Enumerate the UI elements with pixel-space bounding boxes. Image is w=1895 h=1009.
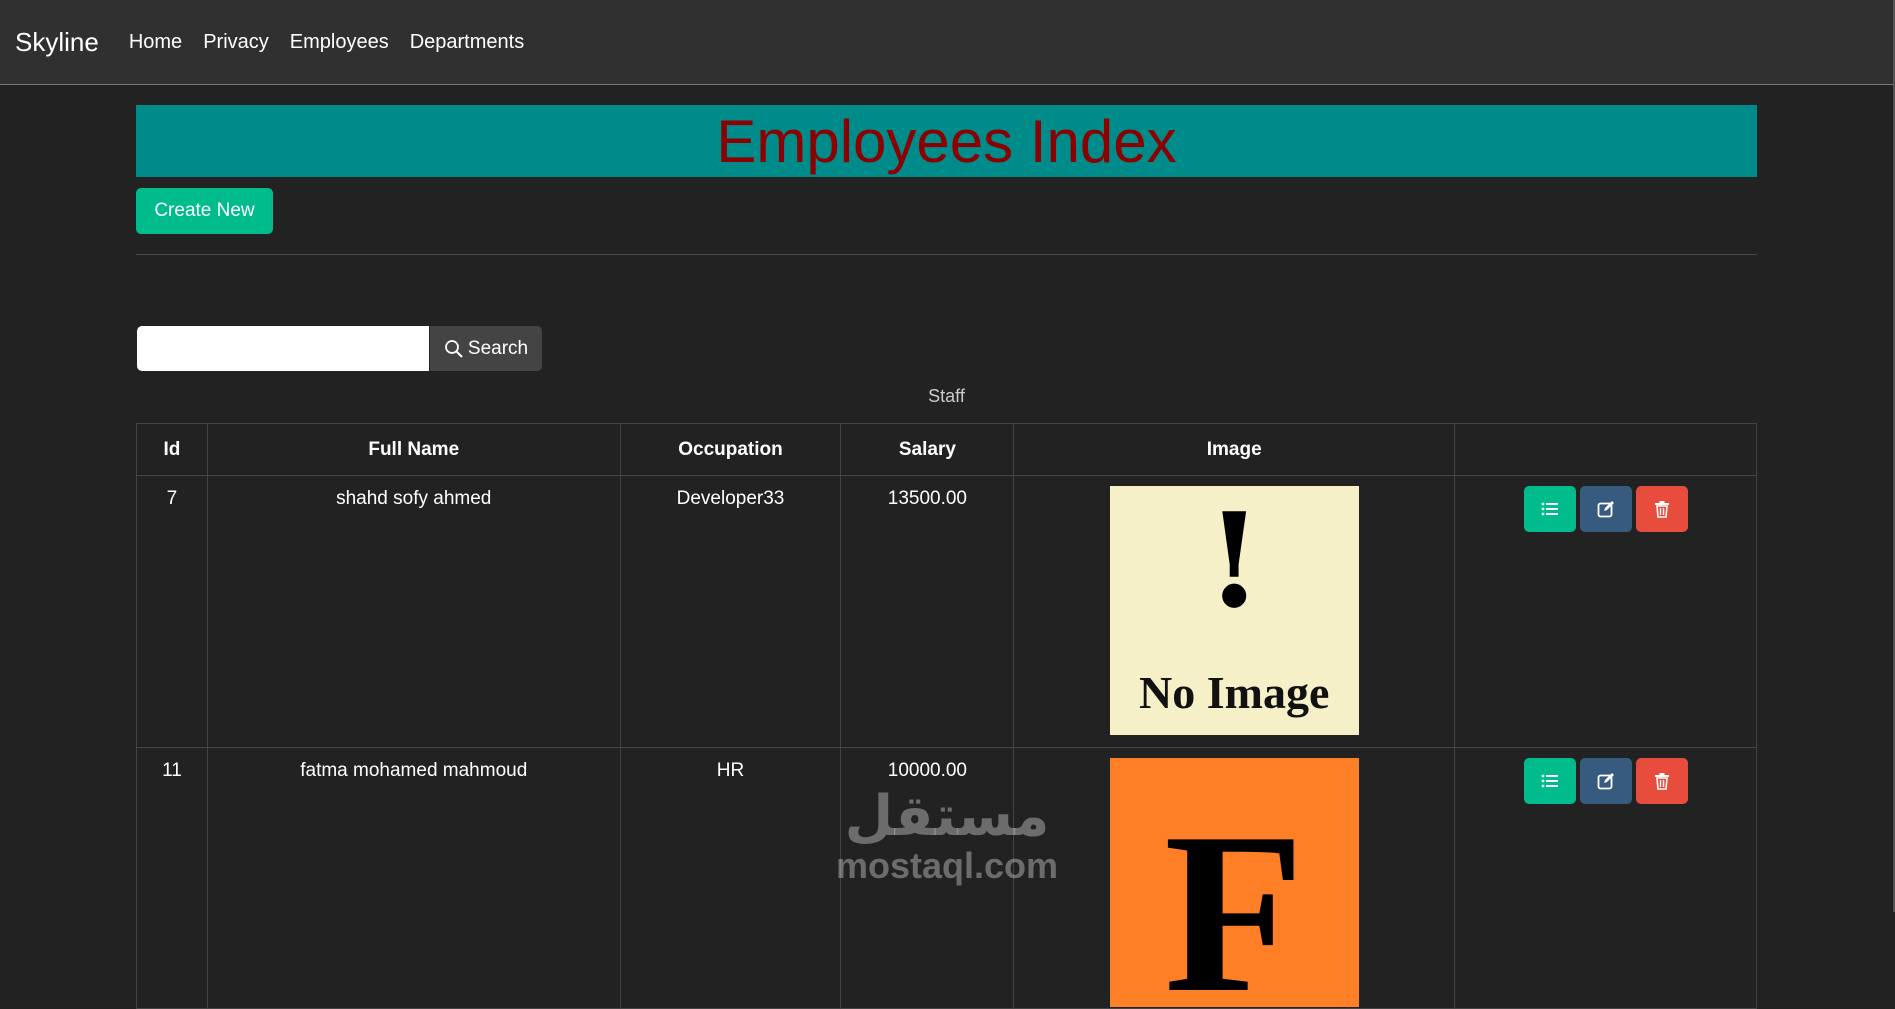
table-row: 7 shahd sofy ahmed Developer33 13500.00 … [136,475,1757,748]
header-image: Image [1013,423,1456,476]
nav-employees[interactable]: Employees [290,31,389,54]
cell-actions [1454,747,1757,1009]
edit-button[interactable] [1579,486,1632,532]
page-title: Employees Index [716,107,1177,175]
details-button[interactable] [1523,758,1576,804]
trash-icon [1654,773,1669,790]
cell-actions [1454,475,1757,748]
search-button[interactable]: Search [430,326,542,371]
header-occupation: Occupation [619,423,842,476]
exclamation-icon: ! [1205,486,1263,637]
cell-occupation: HR [619,747,842,1009]
cell-full-name: shahd sofy ahmed [206,475,621,748]
nav-departments[interactable]: Departments [410,31,525,54]
delete-button[interactable] [1635,758,1688,804]
title-banner: Employees Index [136,105,1757,177]
create-new-button[interactable]: Create New [136,188,273,234]
edit-icon [1597,773,1614,790]
cell-id: 7 [136,475,208,748]
cell-full-name: fatma mohamed mahmoud [206,747,621,1009]
header-full-name: Full Name [206,423,621,476]
nav-home[interactable]: Home [129,31,182,54]
cell-salary: 13500.00 [840,475,1015,748]
nav-privacy[interactable]: Privacy [203,31,269,54]
no-image-text: No Image [1139,667,1330,718]
edit-button[interactable] [1579,758,1632,804]
employee-image: ! No Image [1109,486,1359,735]
employee-image: F [1109,758,1359,1008]
table-header-row: Id Full Name Occupation Salary Image [136,423,1757,476]
cell-id: 11 [136,747,208,1009]
list-icon [1541,774,1558,788]
header-actions [1454,423,1757,476]
cell-image: F [1013,747,1456,1009]
cell-salary: 10000.00 [840,747,1015,1009]
divider [136,254,1757,255]
cell-occupation: Developer33 [619,475,842,748]
table-row: 11 fatma mohamed mahmoud HR 10000.00 F [136,747,1757,1009]
table-caption: Staff [928,386,965,406]
header-salary: Salary [840,423,1015,476]
edit-icon [1597,501,1614,518]
search-input[interactable] [137,326,429,371]
header-id: Id [136,423,208,476]
search-icon [444,339,463,358]
navbar: Skyline Home Privacy Employees Departmen… [0,0,1893,85]
list-icon [1541,502,1558,516]
search-button-label: Search [467,337,529,359]
cell-image: ! No Image [1013,475,1456,748]
brand-link[interactable]: Skyline [15,27,99,58]
image-letter: F [1163,785,1305,1008]
trash-icon [1654,501,1669,518]
details-button[interactable] [1523,486,1576,532]
employees-table: Id Full Name Occupation Salary Image 7 s… [136,423,1757,1009]
delete-button[interactable] [1635,486,1688,532]
